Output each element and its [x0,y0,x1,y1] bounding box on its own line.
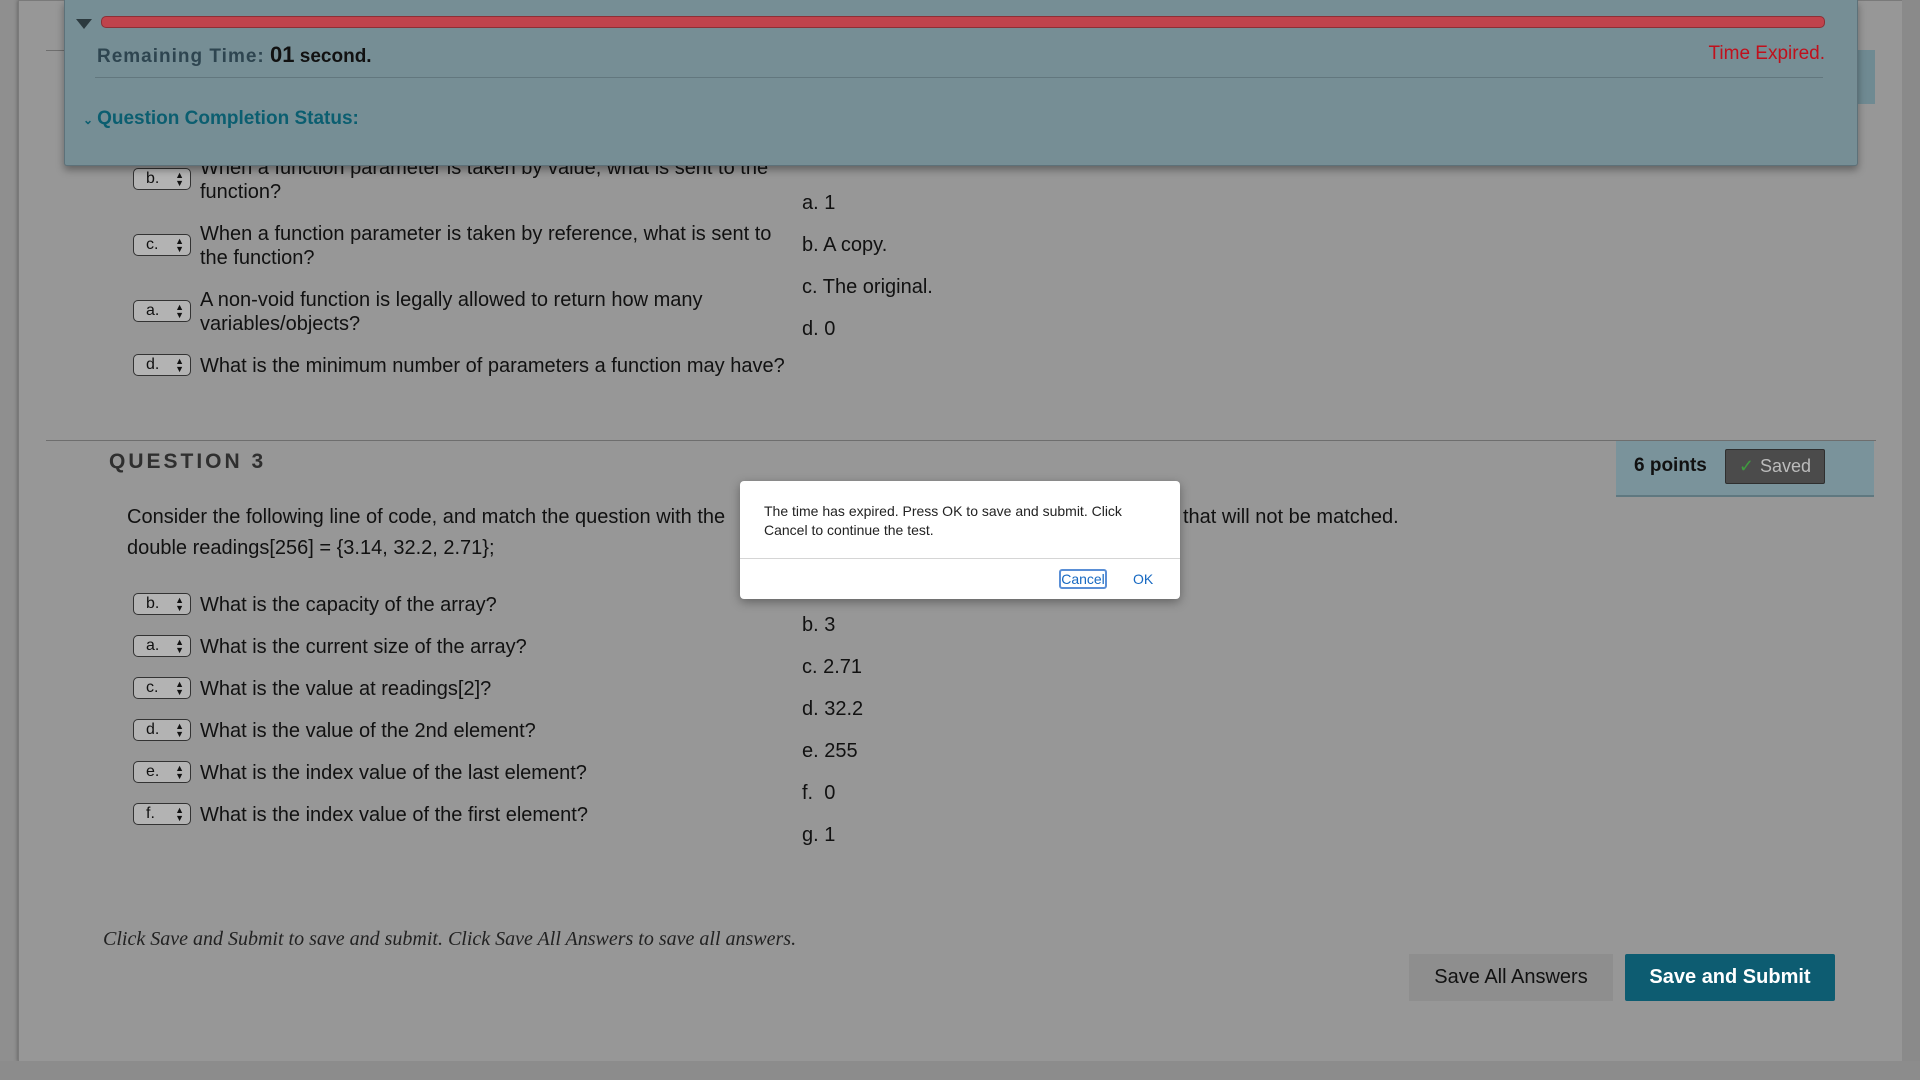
answer-select[interactable]: b. ▲ ▼ [133,168,191,190]
question-prompt: A non-void function is legally allowed t… [200,289,703,335]
dialog-ok-button[interactable]: OK [1133,569,1153,589]
dialog-divider [740,558,1180,559]
answer-select[interactable]: c. ▲ ▼ [133,677,191,699]
question-prompt: What is the current size of the array? [200,636,527,658]
dialog-message: The time has expired. Press OK to save a… [764,503,1122,538]
question-completion-status[interactable]: ⌄ Question Completion Status: [83,108,359,130]
stepper-icon: ▲ ▼ [175,595,184,613]
answer-option: d. 32.2 [802,698,864,720]
answer-option: d. 0 [802,318,836,340]
question-title: QUESTION 3 [109,450,267,473]
saved-badge: ✓ Saved [1725,449,1825,484]
save-and-submit-button[interactable]: Save and Submit [1625,954,1835,1001]
points-value: 6 points [1634,455,1707,476]
stepper-icon: ▲ ▼ [175,637,184,655]
answer-option: g. 1 [802,824,836,846]
answer-option: c. The original. [802,276,933,298]
question-divider [46,440,1876,441]
answer-select[interactable]: d. ▲ ▼ [133,354,191,376]
timer-panel: Remaining Time: 01 second. Time Expired.… [64,0,1858,166]
code-line: double readings[256] = {3.14, 32.2, 2.71… [127,537,495,559]
question-prompt: What is the value of the 2nd element? [200,720,536,742]
time-expired-dialog: The time has expired. Press OK to save a… [740,481,1180,599]
answer-option: a. 1 [802,192,836,214]
question-prompt: What is the index value of the first ele… [200,804,588,826]
remaining-time: Remaining Time: 01 second. [97,42,372,67]
timer-panel-tab [1855,50,1875,104]
window-edge-bottom [0,1061,1920,1080]
save-all-answers-button[interactable]: Save All Answers [1409,954,1613,1001]
question-instruction-end: that will not be matched. [1183,506,1399,528]
checkmark-icon: ✓ [1738,456,1755,476]
answer-select[interactable]: c. ▲ ▼ [133,234,191,256]
stepper-icon: ▲ ▼ [175,721,184,739]
answer-option: b. 3 [802,614,836,636]
question-prompt: What is the value at readings[2]? [200,678,492,700]
time-progress-bar [101,16,1825,28]
answer-select[interactable]: d. ▲ ▼ [133,719,191,741]
answer-select[interactable]: a. ▲ ▼ [133,300,191,322]
answer-select[interactable]: a. ▲ ▼ [133,635,191,657]
stepper-icon: ▲ ▼ [175,302,184,320]
timer-divider [95,77,1823,78]
stepper-icon: ▲ ▼ [175,679,184,697]
double-chevron-down-icon: ⌄ [83,113,94,127]
stepper-icon: ▲ ▼ [175,170,184,188]
answer-select[interactable]: f. ▲ ▼ [133,803,191,825]
question-prompt: What is the capacity of the array? [200,594,497,616]
question-prompt: When a function parameter is taken by re… [200,223,772,269]
stepper-icon: ▲ ▼ [175,356,184,374]
answer-option: f. 0 [802,782,836,804]
answer-option: e. 255 [802,740,858,762]
stepper-icon: ▲ ▼ [175,236,184,254]
window-edge [1902,0,1920,1080]
question-prompt: What is the index value of the last elem… [200,762,587,784]
answer-select[interactable]: b. ▲ ▼ [133,593,191,615]
stepper-icon: ▲ ▼ [175,763,184,781]
question-prompt: What is the minimum number of parameters… [200,355,785,377]
question-instruction: Consider the following line of code, and… [127,506,726,528]
answer-select[interactable]: e. ▲ ▼ [133,761,191,783]
dialog-cancel-button[interactable]: Cancel [1059,569,1107,589]
stepper-icon: ▲ ▼ [175,805,184,823]
points-panel: 6 points ✓ Saved [1616,441,1874,497]
answer-option: b. A copy. [802,234,888,256]
answer-option: c. 2.71 [802,656,863,678]
time-expired-status: Time Expired. [1708,43,1826,64]
footer-instruction: Click Save and Submit to save and submit… [103,928,797,950]
collapse-triangle-icon[interactable] [76,19,92,29]
